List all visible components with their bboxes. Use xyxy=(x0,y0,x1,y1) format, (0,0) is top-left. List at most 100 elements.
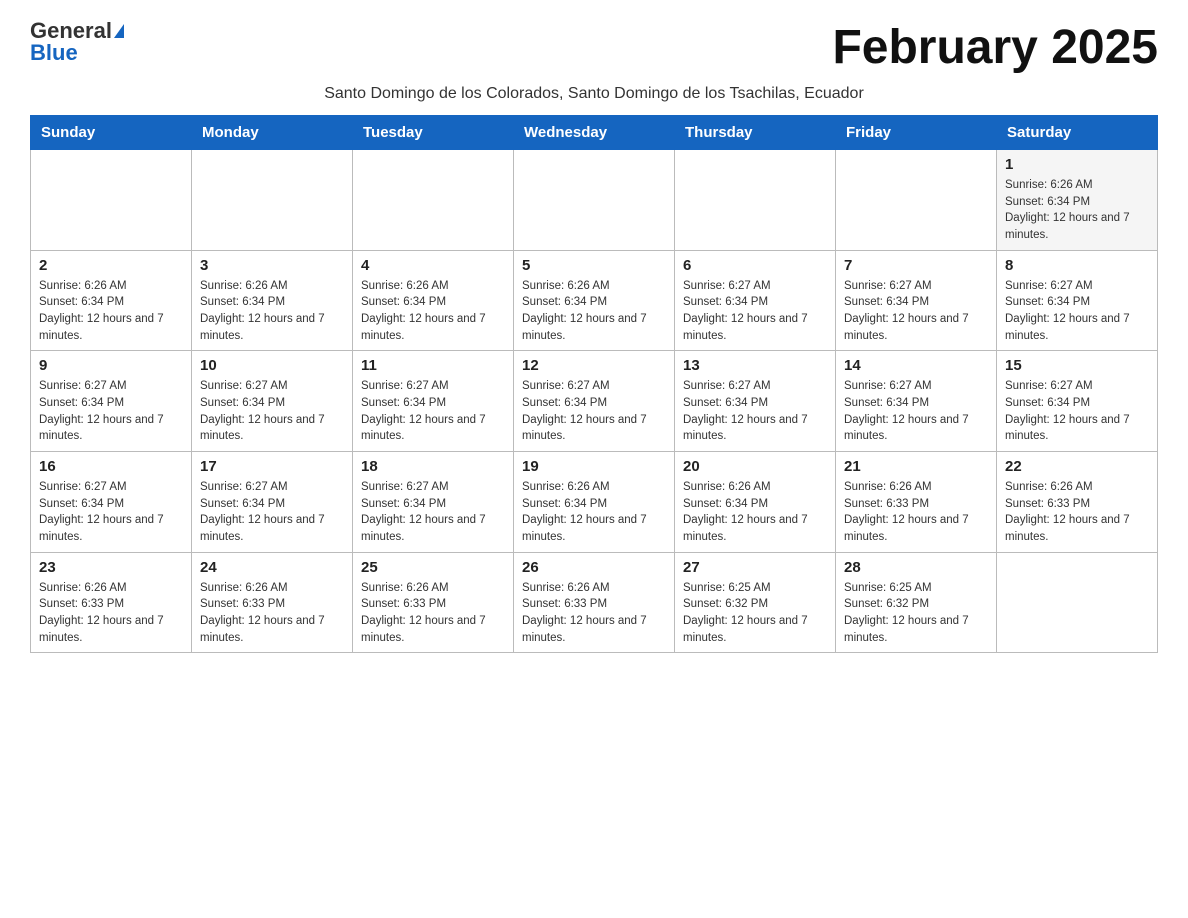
day-number: 13 xyxy=(683,357,827,374)
day-info: Sunrise: 6:27 AM Sunset: 6:34 PM Dayligh… xyxy=(39,479,183,546)
weekday-header-tuesday: Tuesday xyxy=(353,116,514,150)
weekday-header-wednesday: Wednesday xyxy=(514,116,675,150)
calendar-header: SundayMondayTuesdayWednesdayThursdayFrid… xyxy=(31,116,1158,150)
day-info: Sunrise: 6:27 AM Sunset: 6:34 PM Dayligh… xyxy=(1005,378,1149,445)
logo-general-text: General xyxy=(30,20,112,42)
day-info: Sunrise: 6:27 AM Sunset: 6:34 PM Dayligh… xyxy=(200,378,344,445)
page-header: General Blue February 2025 xyxy=(30,20,1158,75)
calendar-cell xyxy=(353,150,514,251)
day-info: Sunrise: 6:26 AM Sunset: 6:34 PM Dayligh… xyxy=(200,278,344,345)
weekday-header-saturday: Saturday xyxy=(997,116,1158,150)
weekday-header-row: SundayMondayTuesdayWednesdayThursdayFrid… xyxy=(31,116,1158,150)
day-number: 9 xyxy=(39,357,183,374)
day-number: 19 xyxy=(522,458,666,475)
weekday-header-sunday: Sunday xyxy=(31,116,192,150)
day-info: Sunrise: 6:27 AM Sunset: 6:34 PM Dayligh… xyxy=(844,378,988,445)
logo-arrow-icon xyxy=(114,24,124,38)
day-info: Sunrise: 6:25 AM Sunset: 6:32 PM Dayligh… xyxy=(683,580,827,647)
day-info: Sunrise: 6:27 AM Sunset: 6:34 PM Dayligh… xyxy=(683,278,827,345)
weekday-header-thursday: Thursday xyxy=(675,116,836,150)
calendar-cell: 23 Sunrise: 6:26 AM Sunset: 6:33 PM Dayli… xyxy=(31,552,192,653)
calendar-cell: 16Sunrise: 6:27 AM Sunset: 6:34 PM Dayli… xyxy=(31,452,192,553)
calendar-cell: 5Sunrise: 6:26 AM Sunset: 6:34 PM Daylig… xyxy=(514,250,675,351)
day-info: Sunrise: 6:25 AM Sunset: 6:32 PM Dayligh… xyxy=(844,580,988,647)
calendar-cell: 15 Sunrise: 6:27 AM Sunset: 6:34 PM Dayli… xyxy=(997,351,1158,452)
calendar-cell xyxy=(514,150,675,251)
day-info: Sunrise: 6:27 AM Sunset: 6:34 PM Dayligh… xyxy=(361,479,505,546)
day-number: 24 xyxy=(200,559,344,576)
day-number: 27 xyxy=(683,559,827,576)
calendar-cell: 9 Sunrise: 6:27 AM Sunset: 6:34 PM Daylig… xyxy=(31,351,192,452)
day-number: 6 xyxy=(683,257,827,274)
day-info: Sunrise: 6:26 AM Sunset: 6:34 PM Dayligh… xyxy=(361,278,505,345)
day-info: Sunrise: 6:27 AM Sunset: 6:34 PM Dayligh… xyxy=(39,378,183,445)
day-info: Sunrise: 6:27 AM Sunset: 6:34 PM Dayligh… xyxy=(1005,278,1149,345)
day-number: 12 xyxy=(522,357,666,374)
calendar-cell: 6 Sunrise: 6:27 AM Sunset: 6:34 PM Daylig… xyxy=(675,250,836,351)
calendar-cell: 24 Sunrise: 6:26 AM Sunset: 6:33 PM Dayli… xyxy=(192,552,353,653)
day-number: 21 xyxy=(844,458,988,475)
day-info: Sunrise: 6:26 AM Sunset: 6:33 PM Dayligh… xyxy=(39,580,183,647)
calendar-cell: 8 Sunrise: 6:27 AM Sunset: 6:34 PM Daylig… xyxy=(997,250,1158,351)
day-number: 23 xyxy=(39,559,183,576)
day-number: 10 xyxy=(200,357,344,374)
calendar-cell: 28Sunrise: 6:25 AM Sunset: 6:32 PM Dayli… xyxy=(836,552,997,653)
day-info: Sunrise: 6:26 AM Sunset: 6:33 PM Dayligh… xyxy=(522,580,666,647)
day-number: 8 xyxy=(1005,257,1149,274)
calendar-cell: 4 Sunrise: 6:26 AM Sunset: 6:34 PM Daylig… xyxy=(353,250,514,351)
day-info: Sunrise: 6:27 AM Sunset: 6:34 PM Dayligh… xyxy=(844,278,988,345)
day-info: Sunrise: 6:26 AM Sunset: 6:33 PM Dayligh… xyxy=(1005,479,1149,546)
calendar-cell: 17 Sunrise: 6:27 AM Sunset: 6:34 PM Dayli… xyxy=(192,452,353,553)
day-number: 11 xyxy=(361,357,505,374)
day-info: Sunrise: 6:26 AM Sunset: 6:34 PM Dayligh… xyxy=(522,479,666,546)
calendar-cell: 22 Sunrise: 6:26 AM Sunset: 6:33 PM Dayli… xyxy=(997,452,1158,553)
day-info: Sunrise: 6:27 AM Sunset: 6:34 PM Dayligh… xyxy=(683,378,827,445)
calendar-cell: 13 Sunrise: 6:27 AM Sunset: 6:34 PM Dayli… xyxy=(675,351,836,452)
calendar-cell: 21 Sunrise: 6:26 AM Sunset: 6:33 PM Dayli… xyxy=(836,452,997,553)
calendar-table: SundayMondayTuesdayWednesdayThursdayFrid… xyxy=(30,115,1158,653)
calendar-cell: 11 Sunrise: 6:27 AM Sunset: 6:34 PM Dayli… xyxy=(353,351,514,452)
day-number: 25 xyxy=(361,559,505,576)
day-info: Sunrise: 6:26 AM Sunset: 6:34 PM Dayligh… xyxy=(1005,177,1149,244)
day-info: Sunrise: 6:26 AM Sunset: 6:33 PM Dayligh… xyxy=(200,580,344,647)
day-number: 4 xyxy=(361,257,505,274)
day-number: 1 xyxy=(1005,156,1149,173)
calendar-week-row: 16Sunrise: 6:27 AM Sunset: 6:34 PM Dayli… xyxy=(31,452,1158,553)
calendar-week-row: 1 Sunrise: 6:26 AM Sunset: 6:34 PM Daylig… xyxy=(31,150,1158,251)
day-info: Sunrise: 6:27 AM Sunset: 6:34 PM Dayligh… xyxy=(361,378,505,445)
day-number: 2 xyxy=(39,257,183,274)
calendar-cell xyxy=(31,150,192,251)
day-number: 20 xyxy=(683,458,827,475)
calendar-cell xyxy=(192,150,353,251)
calendar-cell: 1 Sunrise: 6:26 AM Sunset: 6:34 PM Daylig… xyxy=(997,150,1158,251)
calendar-week-row: 9 Sunrise: 6:27 AM Sunset: 6:34 PM Daylig… xyxy=(31,351,1158,452)
calendar-cell xyxy=(997,552,1158,653)
day-number: 18 xyxy=(361,458,505,475)
calendar-cell: 14Sunrise: 6:27 AM Sunset: 6:34 PM Dayli… xyxy=(836,351,997,452)
calendar-cell: 25 Sunrise: 6:26 AM Sunset: 6:33 PM Dayli… xyxy=(353,552,514,653)
calendar-cell: 27 Sunrise: 6:25 AM Sunset: 6:32 PM Dayli… xyxy=(675,552,836,653)
day-info: Sunrise: 6:27 AM Sunset: 6:34 PM Dayligh… xyxy=(200,479,344,546)
calendar-week-row: 2 Sunrise: 6:26 AM Sunset: 6:34 PM Daylig… xyxy=(31,250,1158,351)
calendar-cell: 18 Sunrise: 6:27 AM Sunset: 6:34 PM Dayli… xyxy=(353,452,514,553)
calendar-cell: 26 Sunrise: 6:26 AM Sunset: 6:33 PM Dayli… xyxy=(514,552,675,653)
subtitle: Santo Domingo de los Colorados, Santo Do… xyxy=(30,85,1158,103)
calendar-body: 1 Sunrise: 6:26 AM Sunset: 6:34 PM Daylig… xyxy=(31,150,1158,653)
calendar-cell xyxy=(836,150,997,251)
day-number: 15 xyxy=(1005,357,1149,374)
calendar-cell: 20 Sunrise: 6:26 AM Sunset: 6:34 PM Dayli… xyxy=(675,452,836,553)
day-number: 3 xyxy=(200,257,344,274)
day-info: Sunrise: 6:26 AM Sunset: 6:34 PM Dayligh… xyxy=(683,479,827,546)
weekday-header-monday: Monday xyxy=(192,116,353,150)
calendar-week-row: 23 Sunrise: 6:26 AM Sunset: 6:33 PM Dayli… xyxy=(31,552,1158,653)
day-number: 26 xyxy=(522,559,666,576)
day-number: 22 xyxy=(1005,458,1149,475)
day-number: 17 xyxy=(200,458,344,475)
day-number: 5 xyxy=(522,257,666,274)
weekday-header-friday: Friday xyxy=(836,116,997,150)
day-info: Sunrise: 6:26 AM Sunset: 6:33 PM Dayligh… xyxy=(844,479,988,546)
calendar-cell: 3 Sunrise: 6:26 AM Sunset: 6:34 PM Daylig… xyxy=(192,250,353,351)
calendar-cell: 12Sunrise: 6:27 AM Sunset: 6:34 PM Dayli… xyxy=(514,351,675,452)
day-info: Sunrise: 6:26 AM Sunset: 6:33 PM Dayligh… xyxy=(361,580,505,647)
calendar-cell: 10 Sunrise: 6:27 AM Sunset: 6:34 PM Dayli… xyxy=(192,351,353,452)
